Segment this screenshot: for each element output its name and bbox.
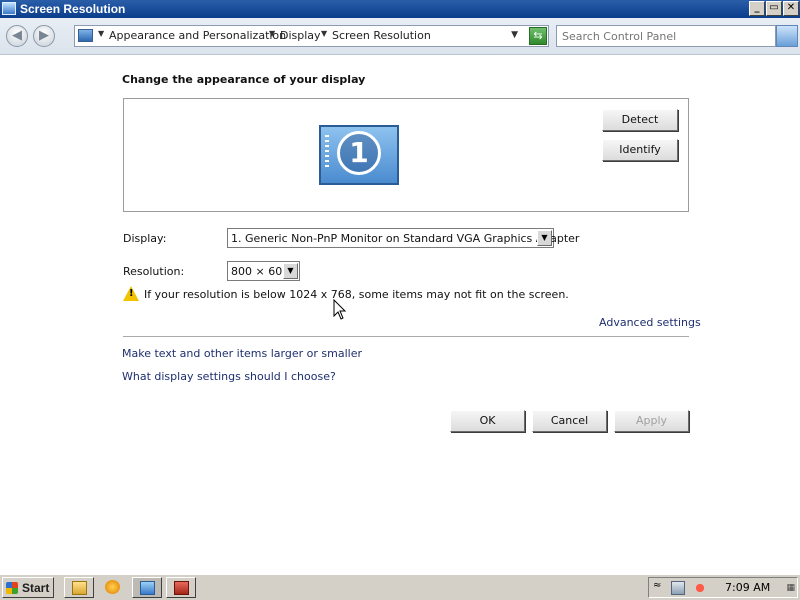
resolution-select[interactable]: 800 × 600 ▼ bbox=[227, 261, 300, 281]
chevron-down-icon[interactable]: ▼ bbox=[537, 230, 552, 246]
monitor-1-icon[interactable]: 1 bbox=[319, 125, 399, 185]
forward-button[interactable]: ▶ bbox=[33, 25, 55, 47]
advanced-settings-link[interactable]: Advanced settings bbox=[599, 316, 701, 329]
divider bbox=[123, 336, 689, 337]
chevron-down-icon[interactable]: ▼ bbox=[283, 263, 298, 279]
breadcrumb-display[interactable]: Display bbox=[280, 29, 321, 42]
explorer-quicklaunch[interactable] bbox=[64, 577, 94, 598]
show-hidden-icons-icon[interactable]: ≈ bbox=[653, 580, 661, 591]
server-manager-task[interactable] bbox=[166, 577, 196, 598]
chevron-down-icon[interactable]: ▼ bbox=[269, 29, 275, 38]
refresh-button[interactable]: ⇆ bbox=[529, 27, 547, 45]
refresh-icon: ⇆ bbox=[533, 29, 543, 42]
network-icon[interactable] bbox=[671, 581, 685, 595]
text-size-link[interactable]: Make text and other items larger or smal… bbox=[122, 347, 362, 360]
mouse-cursor-icon bbox=[333, 299, 347, 320]
chevron-down-icon[interactable]: ▼ bbox=[321, 29, 327, 38]
clock[interactable]: 7:09 AM bbox=[725, 581, 770, 594]
display-select-value: 1. Generic Non-PnP Monitor on Standard V… bbox=[231, 232, 580, 245]
minimize-button[interactable]: _ bbox=[749, 1, 765, 16]
search-box bbox=[556, 25, 799, 47]
warning-icon: ! bbox=[123, 286, 139, 301]
search-input[interactable] bbox=[556, 25, 776, 47]
window-title: Screen Resolution bbox=[20, 2, 126, 16]
resolution-warning: If your resolution is below 1024 x 768, … bbox=[144, 288, 569, 301]
screen-resolution-task[interactable] bbox=[132, 577, 162, 598]
search-button[interactable] bbox=[776, 25, 798, 47]
display-app-icon bbox=[2, 2, 16, 15]
start-button[interactable]: Start bbox=[2, 577, 54, 598]
windows-logo-icon bbox=[6, 582, 18, 594]
monitor-number: 1 bbox=[337, 131, 381, 175]
display-select[interactable]: 1. Generic Non-PnP Monitor on Standard V… bbox=[227, 228, 579, 248]
detect-button[interactable]: Detect bbox=[602, 109, 678, 131]
display-help-link[interactable]: What display settings should I choose? bbox=[122, 370, 336, 383]
back-button[interactable]: ◀ bbox=[6, 25, 28, 47]
breadcrumb-appearance[interactable]: Appearance and Personalization bbox=[109, 29, 286, 42]
title-bar: Screen Resolution _ ▭ ✕ bbox=[0, 0, 800, 18]
identify-button[interactable]: Identify bbox=[602, 139, 678, 161]
folder-icon bbox=[72, 581, 87, 595]
show-desktop-icon[interactable]: ▦ bbox=[786, 583, 795, 593]
resolution-select-value: 800 × 600 bbox=[231, 265, 290, 278]
display-preview-area: 1 Detect Identify bbox=[123, 98, 689, 212]
close-button[interactable]: ✕ bbox=[783, 1, 799, 16]
ok-button[interactable]: OK bbox=[450, 410, 525, 432]
forward-arrow-icon: ▶ bbox=[39, 28, 49, 43]
toolbox-icon bbox=[174, 581, 189, 595]
taskbar: Start ≈ 7:09 AM ▦ bbox=[0, 574, 800, 600]
control-panel-icon bbox=[78, 29, 93, 42]
breadcrumb[interactable]: ▼ Appearance and Personalization ▼ Displ… bbox=[74, 25, 549, 47]
system-tray: ≈ 7:09 AM ▦ bbox=[648, 577, 798, 598]
resolution-label: Resolution: bbox=[123, 265, 185, 278]
back-arrow-icon: ◀ bbox=[12, 28, 22, 43]
cancel-button[interactable]: Cancel bbox=[532, 410, 607, 432]
display-label: Display: bbox=[123, 232, 167, 245]
app-quicklaunch[interactable] bbox=[98, 577, 128, 598]
page-heading: Change the appearance of your display bbox=[122, 73, 366, 86]
apply-button[interactable]: Apply bbox=[614, 410, 689, 432]
display-icon bbox=[140, 581, 155, 595]
address-bar: ◀ ▶ ▼ Appearance and Personalization ▼ D… bbox=[0, 18, 800, 55]
breadcrumb-screen-resolution[interactable]: Screen Resolution bbox=[332, 29, 431, 42]
chevron-down-icon[interactable]: ▼ bbox=[98, 29, 104, 38]
start-label: Start bbox=[22, 581, 50, 595]
address-dropdown-icon[interactable]: ▼ bbox=[511, 30, 518, 40]
monitor-stripe bbox=[325, 135, 329, 169]
volume-muted-icon[interactable] bbox=[693, 581, 707, 595]
restore-button[interactable]: ▭ bbox=[766, 1, 782, 16]
app-icon bbox=[105, 580, 120, 594]
